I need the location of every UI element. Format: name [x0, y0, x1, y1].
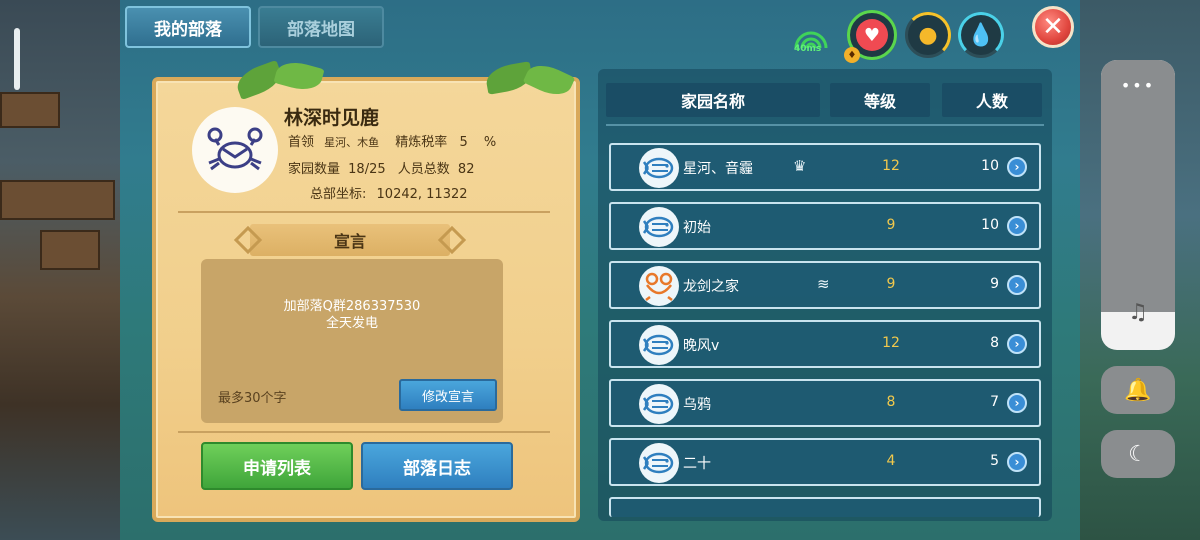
tax-unit: %	[483, 135, 497, 150]
list-item[interactable]: 初始 9 10 ›	[609, 202, 1041, 250]
notification-button[interactable]: 🔔	[1101, 366, 1175, 414]
counts-line: 家园数量 18/25 人员总数 82	[288, 158, 474, 177]
leader-line: 首领 星河、木鱼 精炼税率 5 %	[288, 131, 496, 150]
homes-value: 18/25	[348, 162, 386, 177]
fish-icon	[639, 443, 679, 483]
water-meter: 💧	[958, 12, 1004, 58]
declaration-line: 全天发电	[325, 316, 378, 331]
home-name: 二十	[683, 456, 711, 472]
list-item[interactable]: 晚风v 12 8 ›	[609, 320, 1041, 368]
home-member-count: 7	[990, 394, 999, 410]
scenery-block	[0, 180, 115, 220]
scenery-block	[0, 92, 60, 128]
tab-my-tribe[interactable]: 我的部落	[125, 6, 251, 48]
tab-tribe-map[interactable]: 部落地图	[258, 6, 384, 48]
list-item[interactable]: 乌鸦 8 7 ›	[609, 379, 1041, 427]
fish-icon	[639, 207, 679, 247]
side-handle[interactable]	[14, 28, 20, 90]
fish-icon	[639, 148, 679, 188]
edit-declaration-button[interactable]: 修改宣言	[399, 379, 497, 411]
leaf-decoration	[273, 57, 325, 95]
leaf-decoration	[522, 58, 576, 102]
ping-value: 40ms	[794, 44, 822, 54]
tax-label: 精炼税率	[395, 135, 448, 150]
home-name: 星河、音霾	[683, 161, 753, 177]
home-member-count: 9	[990, 276, 999, 292]
home-level: 12	[882, 158, 900, 174]
home-member-count: 5	[990, 453, 999, 469]
fish-icon	[639, 384, 679, 424]
home-member-count: 10	[981, 158, 999, 174]
hq-line: 总部坐标: 10242, 11322	[310, 183, 468, 202]
home-name: 乌鸦	[683, 397, 711, 413]
tribe-name: 林深时见鹿	[284, 107, 380, 129]
divider	[178, 431, 550, 433]
tax-value: 5	[459, 135, 468, 150]
chevron-right-icon[interactable]: ›	[1007, 157, 1027, 177]
apply-list-button[interactable]: 申请列表	[201, 442, 353, 490]
chevron-right-icon[interactable]: ›	[1007, 275, 1027, 295]
leader-icon: ♛	[793, 157, 807, 175]
hunger-meter: ●	[905, 12, 951, 58]
members-label: 人员总数	[397, 162, 450, 177]
home-level: 8	[886, 394, 896, 410]
chevron-right-icon[interactable]: ›	[1007, 334, 1027, 354]
home-name: 晚风v	[683, 338, 720, 354]
chevron-right-icon[interactable]: ›	[1007, 393, 1027, 413]
home-level: 12	[882, 335, 900, 351]
hq-value: 10242, 11322	[376, 187, 468, 202]
home-level: 4	[886, 453, 896, 469]
music-icon: ♫	[1128, 300, 1148, 325]
declaration-title: 宣言	[250, 224, 450, 256]
tribe-log-button[interactable]: 部落日志	[361, 442, 513, 490]
volume-slider[interactable]	[1101, 60, 1175, 312]
declaration-box: 加部落Q群286337530 全天发电 最多30个字 修改宣言	[201, 259, 503, 423]
tribe-window: 我的部落 部落地图 40ms ♥ ♦ ● 💧 ✕ 林深时见鹿 首领 星河、木鱼 …	[120, 0, 1080, 540]
moon-icon: ☾	[1128, 441, 1148, 467]
crab-icon	[207, 127, 263, 171]
home-member-count: 10	[981, 217, 999, 233]
bell-icon: 🔔	[1124, 377, 1152, 403]
home-level: 9	[886, 217, 896, 233]
frog-icon	[639, 266, 679, 306]
home-member-count: 8	[990, 335, 999, 351]
header-divider	[606, 124, 1044, 126]
list-item[interactable]: 二十 4 5 ›	[609, 438, 1041, 486]
home-level: 9	[886, 276, 896, 292]
more-icon[interactable]: •••	[1101, 76, 1175, 95]
close-button[interactable]: ✕	[1032, 6, 1074, 48]
leader-value: 星河、木鱼	[324, 136, 380, 149]
fish-icon	[639, 325, 679, 365]
list-item[interactable]: 星河、音霾 ♛ 12 10 ›	[609, 143, 1041, 191]
floating-control-panel: ••• ♫	[1101, 60, 1175, 350]
close-icon: ✕	[1042, 12, 1064, 42]
members-value: 82	[457, 162, 475, 177]
home-name: 初始	[683, 220, 711, 236]
column-header-level: 等级	[830, 83, 930, 117]
list-item[interactable]	[609, 497, 1041, 517]
elder-icon: ≋	[817, 275, 830, 293]
home-list-panel: 家园名称 等级 人数 星河、音霾 ♛ 12 10 › 初始 9 10 › 龙剑之家 ≋ 9 9 › 晚风v 1…	[598, 69, 1052, 521]
shield-badge-icon: ♦	[844, 47, 860, 63]
char-limit-hint: 最多30个字	[218, 391, 287, 406]
home-name: 龙剑之家	[683, 279, 739, 295]
homes-label: 家园数量	[288, 162, 341, 177]
chevron-right-icon[interactable]: ›	[1007, 452, 1027, 472]
night-mode-button[interactable]: ☾	[1101, 430, 1175, 478]
column-header-count: 人数	[942, 83, 1042, 117]
tribe-emblem	[192, 107, 278, 193]
chevron-right-icon[interactable]: ›	[1007, 216, 1027, 236]
list-item[interactable]: 龙剑之家 ≋ 9 9 ›	[609, 261, 1041, 309]
hq-label: 总部坐标:	[310, 187, 367, 202]
divider	[178, 211, 550, 213]
scenery-block	[40, 230, 100, 270]
leader-label: 首领	[288, 135, 315, 150]
column-header-name: 家园名称	[606, 83, 820, 117]
tribe-info-panel: 林深时见鹿 首领 星河、木鱼 精炼税率 5 % 家园数量 18/25 人员总数 …	[152, 57, 580, 522]
